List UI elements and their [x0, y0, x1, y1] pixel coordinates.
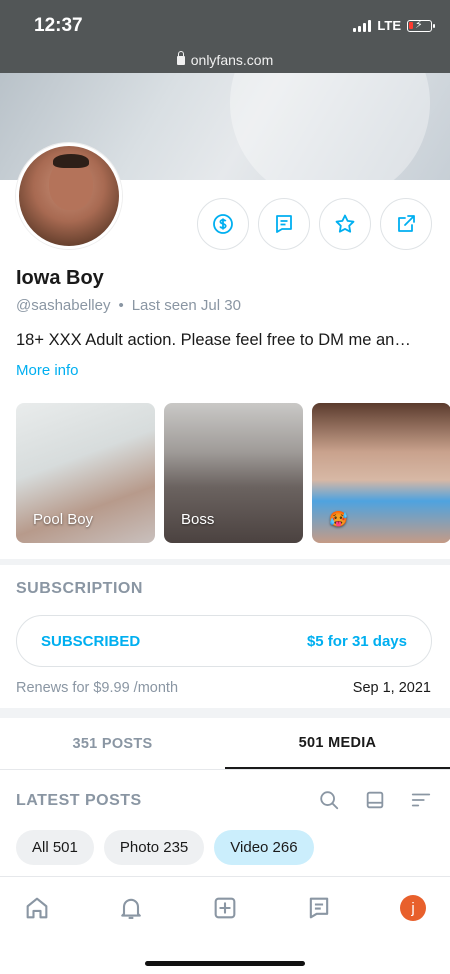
highlights-row: Pool Boy Boss 🥵 [16, 403, 450, 543]
network-label: LTE [377, 18, 401, 33]
subscription-title: SUBSCRIPTION [16, 580, 143, 597]
tab-posts[interactable]: 351 POSTS [0, 718, 225, 769]
bottom-nav: j [0, 876, 450, 974]
renew-row: Renews for $9.99 /month Sep 1, 2021 [16, 680, 431, 696]
nav-home[interactable] [22, 893, 52, 923]
favorite-button[interactable] [319, 198, 371, 250]
profile-handle: @sashabelley [16, 297, 111, 314]
user-avatar: j [400, 895, 426, 921]
last-seen: Last seen Jul 30 [131, 297, 241, 314]
status-indicators: LTE ⚡ [353, 18, 435, 33]
meta-separator: • [118, 297, 124, 314]
highlight-emoji[interactable]: 🥵 [312, 403, 450, 543]
tab-media[interactable]: 501 MEDIA [225, 718, 450, 769]
dollar-icon [213, 214, 233, 234]
profile-tabs: 351 POSTS 501 MEDIA [0, 718, 450, 770]
highlight-boss[interactable]: Boss [164, 403, 303, 543]
latest-toolbar [318, 789, 432, 811]
subscription-status: SUBSCRIBED [41, 632, 141, 650]
highlight-label: Boss [181, 511, 215, 528]
highlight-label: 🥵 [329, 511, 348, 528]
nav-notifications[interactable] [116, 893, 146, 923]
media-filters: All 501 Photo 235 Video 266 [16, 830, 314, 865]
tip-button[interactable] [197, 198, 249, 250]
lock-icon [176, 51, 185, 65]
subscription-price: $5 for 31 days [306, 632, 407, 650]
layout-toggle-icon[interactable] [364, 789, 386, 811]
star-icon [335, 214, 355, 233]
url-bar[interactable]: onlyfans.com [0, 46, 450, 73]
chat-icon [309, 897, 329, 919]
sort-icon[interactable] [410, 789, 432, 811]
latest-posts-title: LATEST POSTS [16, 792, 142, 809]
profile-name: Iowa Boy [16, 267, 104, 289]
home-indicator [145, 961, 305, 966]
filter-video[interactable]: Video 266 [214, 830, 314, 865]
url-text: onlyfans.com [190, 51, 274, 68]
status-time: 12:37 [34, 15, 83, 36]
highlight-pool-boy[interactable]: Pool Boy [16, 403, 155, 543]
subscribed-button[interactable]: SUBSCRIBED $5 for 31 days [16, 615, 432, 667]
filter-all[interactable]: All 501 [16, 830, 94, 865]
profile-meta: @sashabelley • Last seen Jul 30 [16, 297, 241, 314]
section-divider [0, 559, 450, 565]
nav-messages[interactable] [304, 893, 334, 923]
signal-icon [353, 19, 372, 32]
profile-avatar[interactable] [16, 143, 122, 249]
nav-profile[interactable]: j [398, 893, 428, 923]
nav-create[interactable] [210, 893, 240, 923]
bell-icon [121, 898, 141, 919]
share-icon [398, 215, 415, 232]
profile-bio: 18+ XXX Adult action. Please feel free t… [16, 331, 411, 349]
message-button[interactable] [258, 198, 310, 250]
renew-text: Renews for $9.99 /month [16, 680, 179, 696]
search-icon[interactable] [318, 789, 340, 811]
chat-icon [276, 215, 292, 233]
more-info-link[interactable]: More info [16, 362, 79, 379]
section-divider [0, 708, 450, 718]
renew-date: Sep 1, 2021 [352, 680, 431, 696]
filter-photo[interactable]: Photo 235 [103, 830, 205, 865]
home-icon [26, 897, 48, 919]
battery-icon: ⚡ [407, 19, 435, 32]
status-bar: 12:37 LTE ⚡ [0, 0, 450, 46]
add-post-icon [214, 897, 236, 919]
share-button[interactable] [380, 198, 432, 250]
highlight-label: Pool Boy [33, 511, 94, 528]
